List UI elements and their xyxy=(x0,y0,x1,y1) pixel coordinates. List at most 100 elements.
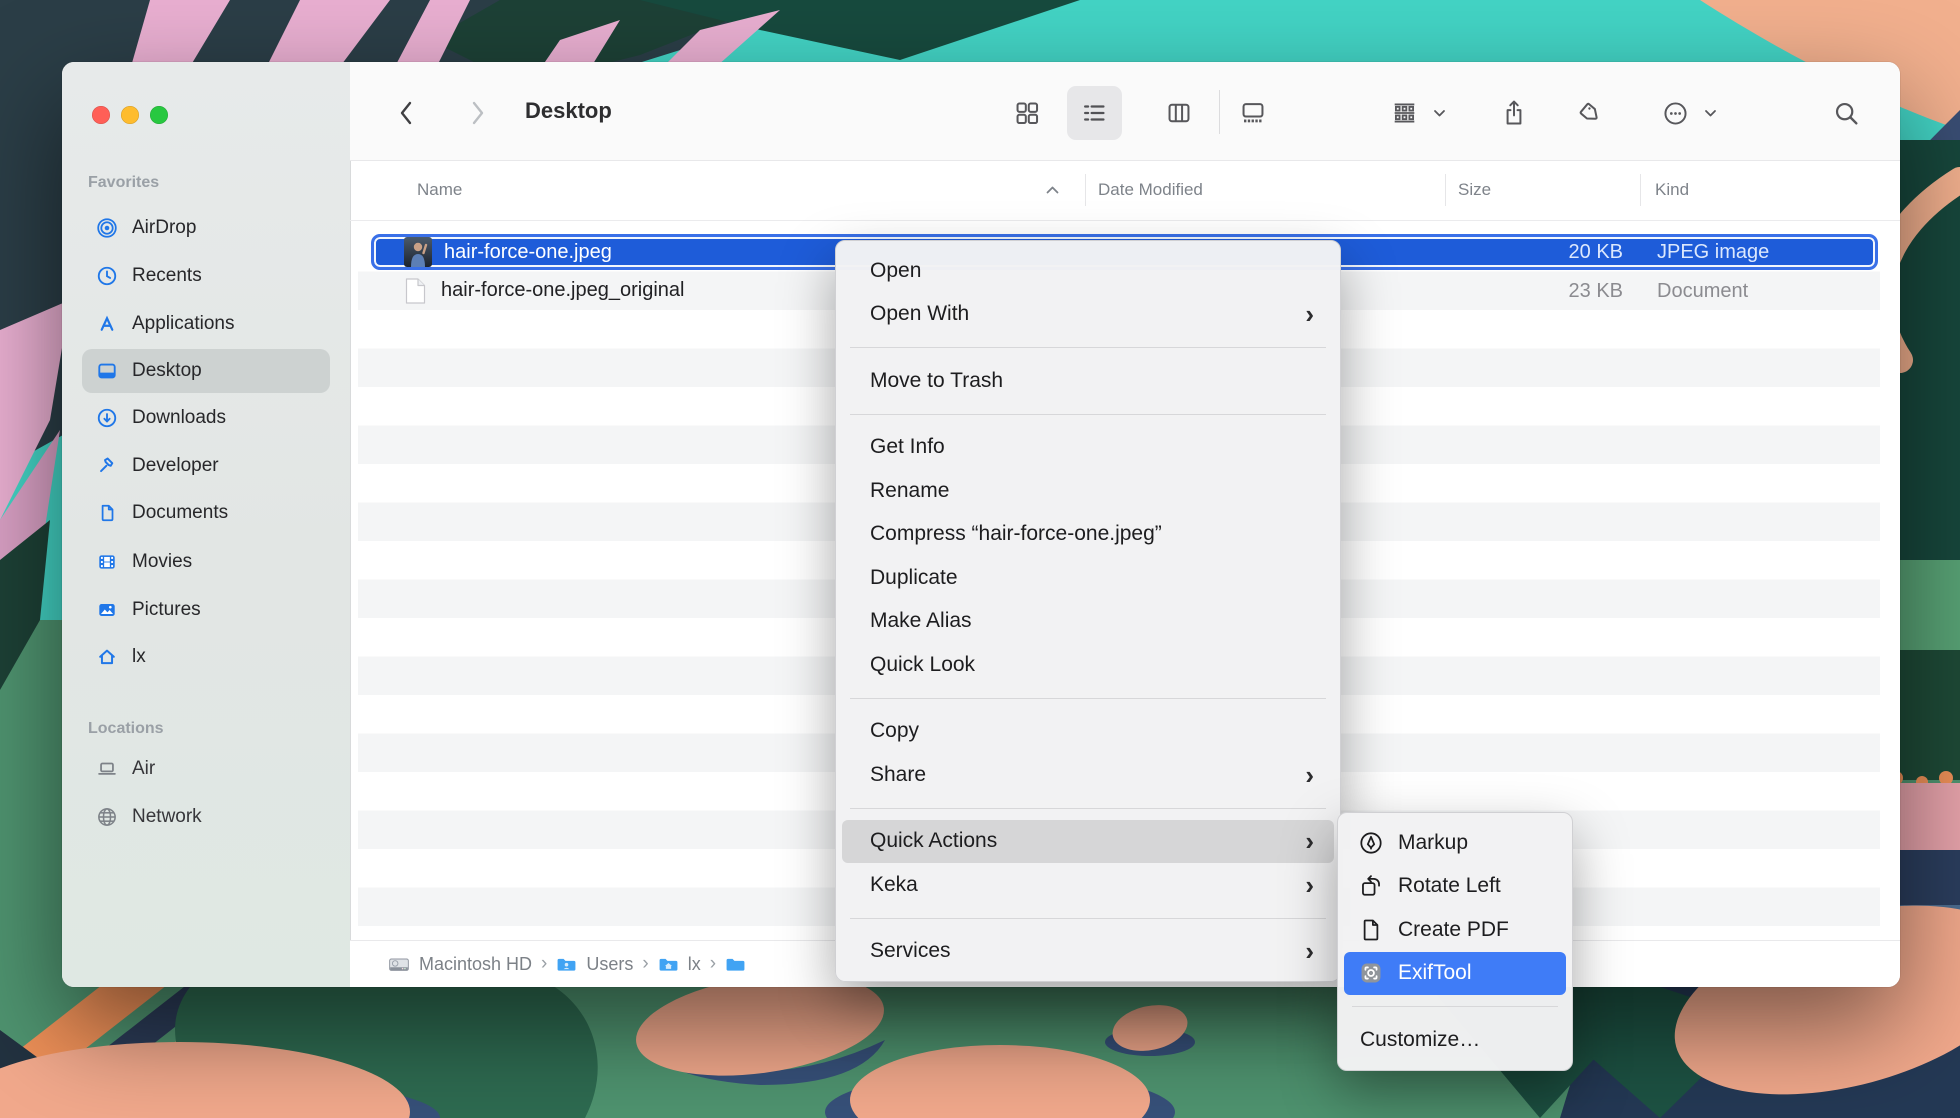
share-button[interactable] xyxy=(1492,91,1536,135)
close-button[interactable] xyxy=(92,106,110,124)
menu-item-keka[interactable]: Keka› xyxy=(836,863,1340,907)
sidebar-item-airdrop[interactable]: AirDrop xyxy=(82,206,330,250)
breadcrumb-users[interactable]: Users xyxy=(556,954,633,975)
sidebar-item-applications[interactable]: Applications xyxy=(82,302,330,346)
clock-icon xyxy=(96,265,118,287)
zoom-button[interactable] xyxy=(150,106,168,124)
toolbar-divider xyxy=(1219,90,1220,134)
menu-item-open[interactable]: Open xyxy=(836,249,1340,293)
submenu-chevron-icon: › xyxy=(1305,762,1314,788)
grouping-chevron[interactable] xyxy=(1426,91,1452,135)
menu-item-quick-look[interactable]: Quick Look xyxy=(836,643,1340,687)
submenu-chevron-icon: › xyxy=(1305,872,1314,898)
icon-view-icon xyxy=(1014,100,1040,126)
file-kind: JPEG image xyxy=(1657,233,1877,272)
chevron-down-icon xyxy=(1704,109,1717,118)
rotate-left-icon xyxy=(1358,873,1384,899)
list-view-button[interactable] xyxy=(1072,91,1116,135)
list-view-icon xyxy=(1081,100,1107,126)
back-button[interactable] xyxy=(384,91,428,135)
breadcrumb-lx[interactable]: lx xyxy=(658,954,701,975)
photo-icon xyxy=(96,599,118,621)
column-header-name[interactable]: Name xyxy=(417,160,462,220)
menu-item-compress[interactable]: Compress “hair-force-one.jpeg” xyxy=(836,513,1340,557)
column-view-button[interactable] xyxy=(1157,91,1201,135)
submenu-item-markup[interactable]: Markup xyxy=(1338,821,1572,865)
list-header: Name Date Modified Size Kind xyxy=(350,160,1900,221)
menu-item-rename[interactable]: Rename xyxy=(836,469,1340,513)
hammer-icon xyxy=(96,455,118,477)
file-size: 23 KB xyxy=(1458,272,1623,311)
gallery-view-button[interactable] xyxy=(1231,91,1275,135)
desktop: Favorites AirDrop Recents xyxy=(0,0,1960,1118)
submenu-item-customize[interactable]: Customize… xyxy=(1338,1018,1572,1062)
forward-button[interactable] xyxy=(456,91,500,135)
grouping-button[interactable] xyxy=(1382,91,1426,135)
markup-icon xyxy=(1358,830,1384,856)
column-divider[interactable] xyxy=(1085,174,1086,206)
sidebar-item-movies[interactable]: Movies xyxy=(82,540,330,584)
film-icon xyxy=(96,551,118,573)
breadcrumb-macintosh-hd[interactable]: Macintosh HD xyxy=(388,954,532,975)
tag-icon xyxy=(1577,100,1603,126)
submenu-chevron-icon: › xyxy=(1305,301,1314,327)
download-icon xyxy=(96,407,118,429)
column-divider[interactable] xyxy=(1445,174,1446,206)
forward-icon xyxy=(467,99,489,127)
icon-view-button[interactable] xyxy=(1005,91,1049,135)
image-thumbnail xyxy=(404,237,432,267)
globe-icon xyxy=(96,806,118,828)
sidebar-item-desktop[interactable]: Desktop xyxy=(82,349,330,393)
menu-item-share[interactable]: Share› xyxy=(836,753,1340,797)
sidebar-item-pictures[interactable]: Pictures xyxy=(82,588,330,632)
search-button[interactable] xyxy=(1824,91,1868,135)
tags-button[interactable] xyxy=(1568,91,1612,135)
file-name: hair-force-one.jpeg_original xyxy=(441,279,684,302)
sidebar-item-network[interactable]: Network xyxy=(82,795,330,839)
more-options-button[interactable] xyxy=(1653,91,1697,135)
sidebar-item-documents[interactable]: Documents xyxy=(82,491,330,535)
column-header-kind[interactable]: Kind xyxy=(1655,160,1689,220)
context-menu: Open Open With› Move to Trash Get Info R… xyxy=(835,240,1341,982)
menu-item-quick-actions[interactable]: Quick Actions› xyxy=(842,820,1334,864)
favorites-section-title: Favorites xyxy=(88,174,159,192)
menu-item-copy[interactable]: Copy xyxy=(836,710,1340,754)
column-header-date-modified[interactable]: Date Modified xyxy=(1098,160,1203,220)
file-size: 20 KB xyxy=(1458,233,1623,272)
menu-item-open-with[interactable]: Open With› xyxy=(836,293,1340,337)
menu-divider xyxy=(836,403,1340,426)
menu-item-get-info[interactable]: Get Info xyxy=(836,426,1340,470)
submenu-item-rotate-left[interactable]: Rotate Left xyxy=(1338,865,1572,909)
submenu-chevron-icon: › xyxy=(1305,938,1314,964)
column-divider[interactable] xyxy=(1640,174,1641,206)
menu-item-services[interactable]: Services› xyxy=(836,930,1340,974)
desktop-icon xyxy=(96,360,118,382)
more-options-chevron[interactable] xyxy=(1697,91,1723,135)
submenu-item-exiftool[interactable]: ExifTool xyxy=(1344,952,1566,996)
file-name: hair-force-one.jpeg xyxy=(444,241,612,264)
sidebar-item-lx[interactable]: lx xyxy=(82,635,330,679)
airdrop-icon xyxy=(96,217,118,239)
submenu-item-create-pdf[interactable]: Create PDF xyxy=(1338,908,1572,952)
breadcrumb-separator: › xyxy=(710,953,716,975)
minimize-button[interactable] xyxy=(121,106,139,124)
menu-divider xyxy=(836,687,1340,710)
sidebar-item-downloads[interactable]: Downloads xyxy=(82,396,330,440)
breadcrumb-desktop-folder[interactable] xyxy=(725,956,755,973)
quick-actions-submenu: Markup Rotate Left Create PDF xyxy=(1337,812,1573,1071)
menu-item-duplicate[interactable]: Duplicate xyxy=(836,556,1340,600)
back-icon xyxy=(395,99,417,127)
home-icon xyxy=(96,646,118,668)
folder-users-icon xyxy=(556,956,577,973)
harddrive-icon xyxy=(388,956,410,973)
sidebar-item-recents[interactable]: Recents xyxy=(82,254,330,298)
search-icon xyxy=(1833,100,1860,127)
sidebar-item-air[interactable]: Air xyxy=(82,747,330,791)
breadcrumb-separator: › xyxy=(541,953,547,975)
menu-item-move-to-trash[interactable]: Move to Trash xyxy=(836,359,1340,403)
column-header-size[interactable]: Size xyxy=(1458,160,1491,220)
sidebar-item-developer[interactable]: Developer xyxy=(82,444,330,488)
document-icon xyxy=(96,502,118,524)
menu-item-make-alias[interactable]: Make Alias xyxy=(836,600,1340,644)
chevron-down-icon xyxy=(1433,109,1446,118)
